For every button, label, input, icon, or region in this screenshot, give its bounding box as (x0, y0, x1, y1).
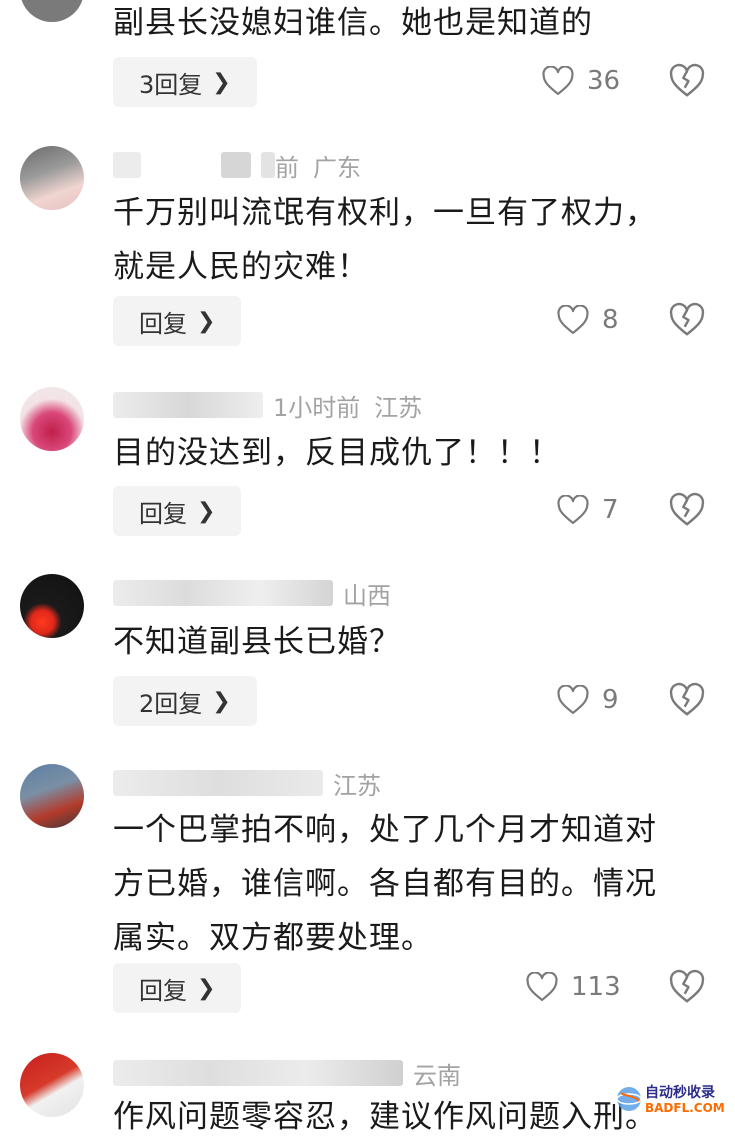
username-blurred[interactable] (113, 152, 141, 178)
heart-outline-icon (557, 685, 589, 715)
username-blurred[interactable] (113, 1060, 403, 1086)
comment-text: 不知道副县长已婚？ (113, 624, 401, 660)
chevron-right-icon: ❯ (197, 308, 216, 334)
heart-outline-icon (557, 305, 589, 335)
comment-meta: 江苏 (113, 768, 395, 800)
comment-location: 江苏 (374, 393, 423, 422)
like-button[interactable]: 36 (541, 61, 620, 101)
username-blurred (221, 152, 251, 178)
comment-location: 山西 (343, 581, 391, 610)
like-count: 8 (602, 305, 619, 335)
chevron-right-icon: ❯ (212, 69, 231, 95)
reply-label: 3回复 (139, 70, 203, 99)
comment-text: 千万别叫流氓有权利，一旦有了权力， 就是人民的灾难！ (113, 195, 657, 285)
site-watermark: 自动秒收录 BADFL.COM (615, 1079, 725, 1123)
avatar[interactable] (20, 1053, 84, 1117)
like-button[interactable]: 113 (525, 967, 621, 1007)
heart-outline-icon (526, 972, 558, 1002)
like-count: 36 (587, 66, 621, 96)
avatar[interactable] (20, 574, 84, 638)
comment-meta: 山西 (113, 578, 405, 610)
avatar[interactable] (20, 146, 84, 210)
username-blurred[interactable] (113, 770, 323, 796)
like-button[interactable]: 8 (556, 300, 619, 340)
reply-label: 回复 (139, 976, 187, 1005)
avatar[interactable] (20, 0, 84, 22)
like-count: 9 (602, 685, 619, 715)
reply-label: 回复 (139, 309, 187, 338)
comment-text: 一个巴掌拍不响，处了几个月才知道对 方已婚，谁信啊。各自都有目的。情况 属实。双… (113, 812, 657, 956)
broken-heart-icon[interactable] (669, 302, 705, 338)
reply-button[interactable]: 2回复 ❯ (113, 676, 257, 726)
comment-meta: 云南 (113, 1058, 475, 1090)
reply-button[interactable]: 回复 ❯ (113, 963, 242, 1013)
broken-heart-icon[interactable] (669, 63, 705, 99)
broken-heart-icon[interactable] (669, 969, 705, 1005)
username-blurred (151, 152, 211, 178)
comment-location: 广东 (313, 153, 361, 182)
chevron-right-icon: ❯ (197, 975, 216, 1001)
username-blurred[interactable] (113, 580, 333, 606)
comment-meta: 1小时前 江苏 (113, 390, 436, 422)
comment-text: 副县长没媳妇谁信。她也是知道的 (113, 5, 593, 41)
username-blurred (261, 152, 275, 178)
comment-time: 1小时前 (273, 393, 361, 422)
avatar[interactable] (20, 387, 84, 451)
globe-logo-icon (616, 1087, 642, 1111)
broken-heart-icon[interactable] (669, 492, 705, 528)
like-count: 113 (571, 972, 621, 1002)
chevron-right-icon: ❯ (197, 498, 216, 524)
broken-heart-icon[interactable] (669, 682, 705, 718)
chevron-right-icon: ❯ (212, 688, 231, 714)
like-count: 7 (602, 495, 619, 525)
reply-button[interactable]: 3回复 ❯ (113, 57, 257, 107)
comment-location: 江苏 (333, 771, 381, 800)
watermark-line1: 自动秒收录 (645, 1085, 715, 1101)
like-button[interactable]: 7 (556, 490, 619, 530)
avatar[interactable] (20, 764, 84, 828)
reply-label: 回复 (139, 499, 187, 528)
heart-outline-icon (557, 495, 589, 525)
username-blurred[interactable] (113, 392, 263, 418)
heart-outline-icon (542, 66, 574, 96)
like-button[interactable]: 9 (556, 680, 619, 720)
comment-meta: 前 广东 (113, 150, 375, 182)
reply-button[interactable]: 回复 ❯ (113, 296, 242, 346)
watermark-line2: BADFL.COM (645, 1101, 725, 1115)
comment-location: 云南 (413, 1061, 461, 1090)
comment-text: 目的没达到，反目成仇了！！！ (113, 435, 561, 471)
reply-label: 2回复 (139, 689, 203, 718)
comment-time: 前 (275, 153, 299, 182)
reply-button[interactable]: 回复 ❯ (113, 486, 242, 536)
